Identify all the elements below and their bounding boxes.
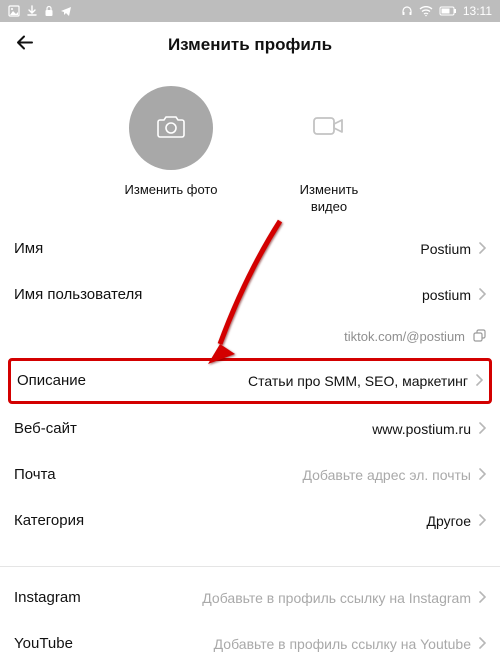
copy-icon	[473, 329, 486, 345]
row-youtube-label: YouTube	[14, 635, 73, 652]
status-bar: 13:11	[0, 0, 500, 22]
chevron-right-icon	[479, 590, 486, 606]
row-category-value: Другое	[427, 513, 471, 529]
chevron-right-icon	[479, 241, 486, 257]
battery-icon	[439, 6, 457, 16]
avatar-placeholder	[129, 86, 213, 170]
row-name[interactable]: Имя Postium	[14, 226, 486, 272]
row-website-label: Веб-сайт	[14, 420, 77, 437]
gallery-icon	[8, 5, 20, 17]
row-youtube-placeholder: Добавьте в профиль ссылку на Youtube	[214, 636, 471, 652]
row-username[interactable]: Имя пользователя postium	[14, 272, 486, 318]
row-name-value: Postium	[420, 241, 471, 257]
video-placeholder	[287, 86, 371, 170]
chevron-right-icon	[479, 636, 486, 652]
change-photo-label: Изменить фото	[125, 182, 218, 199]
row-email-label: Почта	[14, 466, 56, 483]
status-time: 13:11	[463, 4, 492, 18]
row-instagram-label: Instagram	[14, 589, 81, 606]
row-username-value: postium	[422, 287, 471, 303]
row-email[interactable]: Почта Добавьте адрес эл. почты	[14, 452, 486, 498]
chevron-right-icon	[476, 373, 483, 389]
chevron-right-icon	[479, 513, 486, 529]
row-category[interactable]: Категория Другое	[14, 498, 486, 544]
row-username-label: Имя пользователя	[14, 286, 142, 303]
video-icon	[312, 114, 346, 143]
camera-icon	[156, 113, 186, 144]
row-name-label: Имя	[14, 240, 43, 257]
row-profile-url[interactable]: tiktok.com/@postium	[14, 318, 486, 356]
back-button[interactable]	[14, 32, 36, 59]
row-website[interactable]: Веб-сайт www.postium.ru	[14, 406, 486, 452]
row-youtube[interactable]: YouTube Добавьте в профиль ссылку на You…	[14, 621, 486, 667]
page-title: Изменить профиль	[0, 35, 500, 55]
header: Изменить профиль	[0, 22, 500, 68]
lock-icon	[44, 5, 54, 17]
chevron-right-icon	[479, 421, 486, 437]
row-bio-label: Описание	[17, 372, 86, 389]
chevron-right-icon	[479, 287, 486, 303]
change-video-label: Изменить видео	[300, 182, 359, 216]
headphones-icon	[401, 5, 413, 17]
row-category-label: Категория	[14, 512, 84, 529]
row-bio-value: Статьи про SMM, SEO, маркетинг	[248, 373, 468, 389]
settings-list: Имя Postium Имя пользователя postium tik…	[0, 226, 500, 667]
media-row: Изменить фото Изменить видео	[0, 68, 500, 226]
row-bio[interactable]: Описание Статьи про SMM, SEO, маркетинг	[8, 358, 492, 404]
row-profile-url-value: tiktok.com/@postium	[344, 329, 465, 344]
telegram-icon	[60, 5, 72, 17]
row-website-value: www.postium.ru	[372, 421, 471, 437]
chevron-right-icon	[479, 467, 486, 483]
change-photo-button[interactable]: Изменить фото	[116, 86, 226, 216]
download-icon	[26, 5, 38, 17]
row-instagram[interactable]: Instagram Добавьте в профиль ссылку на I…	[14, 575, 486, 621]
row-instagram-placeholder: Добавьте в профиль ссылку на Instagram	[202, 590, 471, 606]
wifi-icon	[419, 5, 433, 17]
change-video-button[interactable]: Изменить видео	[274, 86, 384, 216]
row-email-placeholder: Добавьте адрес эл. почты	[302, 467, 471, 483]
